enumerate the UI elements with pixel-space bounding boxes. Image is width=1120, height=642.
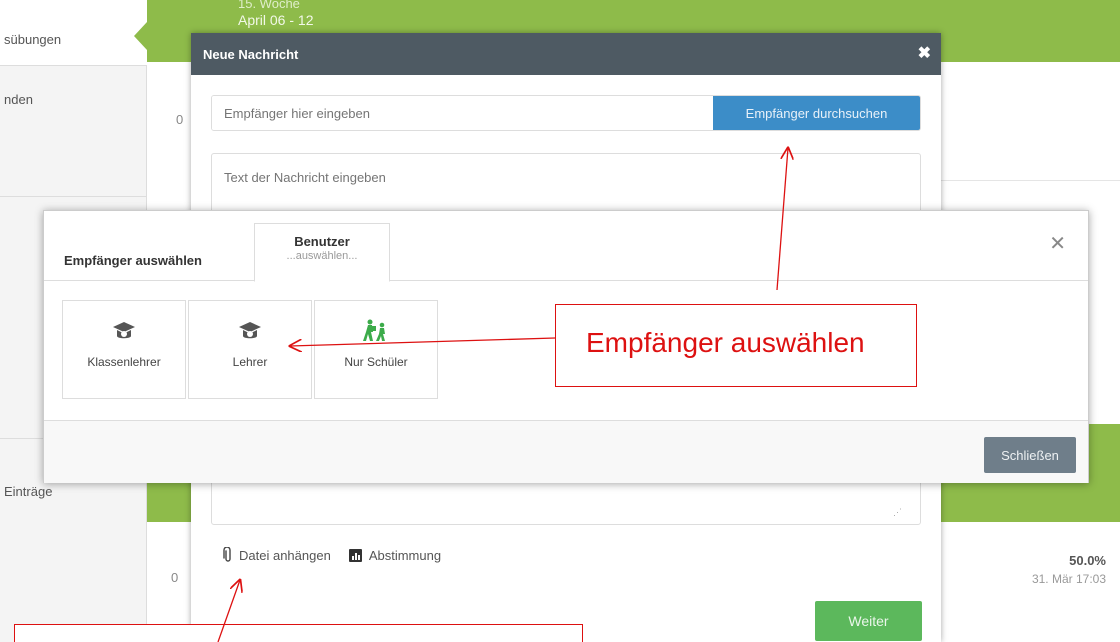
modal-header: Neue Nachricht ✖ (191, 33, 941, 75)
search-recipients-button[interactable]: Empfänger durchsuchen (713, 96, 920, 130)
annotation-text: Empfänger auswählen (586, 327, 865, 358)
bar-chart-icon (348, 548, 362, 562)
sidebar-item-label: sübungen (4, 32, 62, 47)
content-divider (930, 180, 1120, 181)
sidebar-active-pointer (134, 22, 147, 50)
graduation-cap-icon (113, 322, 135, 339)
attachment-toolbar: Datei anhängen Abstimmung (223, 547, 441, 563)
tab-subtitle: ...auswählen... (286, 250, 358, 262)
sidebar-item-active[interactable]: sübungen (0, 0, 147, 66)
paperclip-icon (223, 547, 231, 562)
recipient-modal-header: Empfänger auswählen Benutzer ...auswähle… (44, 211, 1088, 282)
week-dates: April 06 - 12 (238, 12, 314, 28)
week-label: 15. Woche (238, 0, 300, 11)
recipient-modal-footer: Schließen (44, 421, 1088, 483)
option-label: Klassenlehrer (87, 355, 161, 369)
students-walking-icon (363, 319, 385, 341)
resize-handle[interactable]: ⋰ (893, 507, 902, 518)
annotation-callout-bottom (14, 624, 583, 642)
poll-button[interactable]: Abstimmung (348, 547, 442, 563)
sidebar-divider (0, 196, 147, 197)
graduation-cap-icon (239, 322, 261, 339)
row-marker: 0 (176, 112, 184, 127)
close-icon[interactable]: ✖ (918, 43, 931, 63)
attach-file-button[interactable]: Datei anhängen (223, 547, 331, 563)
recipient-input[interactable] (212, 96, 713, 130)
close-button[interactable]: Schließen (984, 437, 1076, 473)
attach-file-label: Datei anhängen (239, 547, 331, 563)
tab-users[interactable]: Benutzer ...auswählen... (254, 223, 390, 282)
modal-title: Neue Nachricht (203, 47, 299, 62)
close-icon[interactable]: ✕ (1049, 231, 1066, 256)
option-label: Nur Schüler (344, 355, 408, 369)
progress-percent: 50.0% (1069, 553, 1106, 568)
next-button[interactable]: Weiter (815, 601, 922, 641)
recipient-modal-title: Empfänger auswählen (64, 253, 202, 268)
option-students-only[interactable]: Nur Schüler (314, 300, 438, 399)
poll-label: Abstimmung (368, 547, 442, 563)
option-class-teacher[interactable]: Klassenlehrer (62, 300, 186, 399)
annotation-callout: Empfänger auswählen (555, 304, 917, 387)
recipient-field: Empfänger durchsuchen (211, 95, 921, 131)
sidebar-item-3[interactable]: Einträge (0, 484, 147, 499)
progress-date: 31. Mär 17:03 (1031, 572, 1106, 586)
option-teacher[interactable]: Lehrer (188, 300, 312, 399)
tab-title: Benutzer (294, 234, 350, 249)
sidebar-item-2[interactable]: nden (0, 92, 147, 107)
sidebar-item-label: Einträge (4, 484, 53, 499)
row-marker: 0 (171, 570, 179, 585)
option-label: Lehrer (232, 355, 268, 369)
sidebar-item-label: nden (4, 92, 33, 107)
